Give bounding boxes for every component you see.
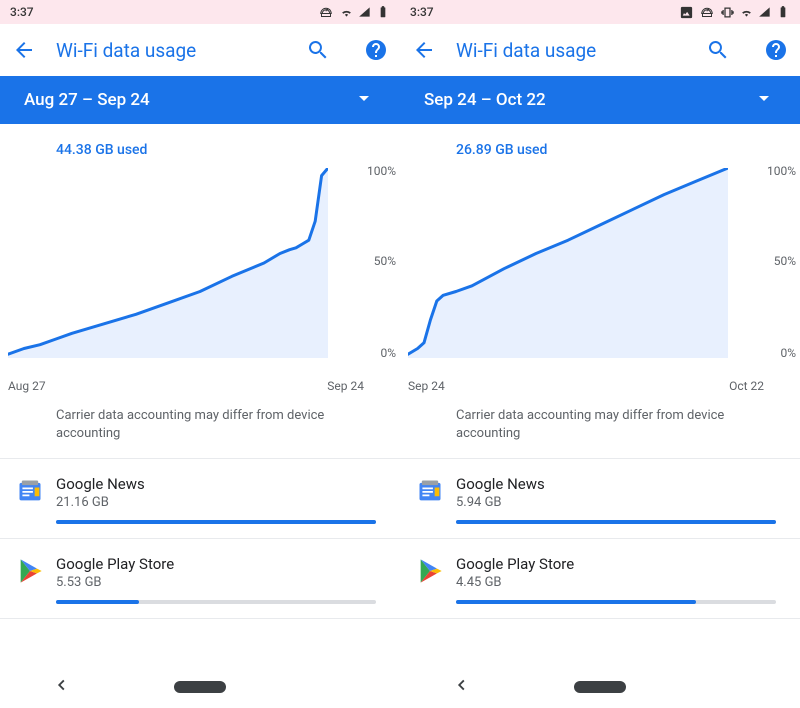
app-amount: 4.45 GB	[456, 575, 776, 590]
nav-home-pill[interactable]	[174, 681, 226, 693]
vpn-icon	[317, 3, 335, 21]
app-name: Google Play Store	[456, 555, 776, 573]
y-tick: 0%	[780, 346, 796, 360]
total-usage: 44.38 GB used	[0, 124, 400, 162]
search-button[interactable]	[306, 38, 330, 62]
app-name: Google Play Store	[56, 555, 376, 573]
app-bar: Wi-Fi data usage	[0, 24, 400, 76]
play-store-icon	[416, 557, 444, 585]
image-icon	[679, 5, 694, 20]
x-axis: Sep 24Oct 22	[400, 377, 800, 393]
chevron-down-icon	[352, 86, 376, 115]
nav-back-button[interactable]	[51, 674, 73, 700]
usage-bar	[456, 520, 776, 524]
nav-home-pill[interactable]	[574, 681, 626, 693]
usage-bar	[56, 600, 376, 604]
usage-bar	[56, 520, 376, 524]
status-time: 3:37	[10, 5, 34, 19]
nav-bar	[400, 666, 800, 708]
usage-chart: 100% 50% 0%	[0, 162, 400, 377]
nav-bar	[0, 666, 400, 708]
nav-back-button[interactable]	[451, 674, 473, 700]
status-bar: 3:37	[0, 0, 400, 24]
play-store-icon	[16, 557, 44, 585]
battery-icon	[376, 5, 390, 19]
y-tick: 50%	[374, 254, 396, 268]
chevron-down-icon	[752, 86, 776, 115]
y-tick: 50%	[774, 254, 796, 268]
vibrate-icon	[720, 5, 735, 20]
google-news-icon	[416, 477, 444, 505]
disclaimer: Carrier data accounting may differ from …	[0, 393, 400, 459]
date-range-selector[interactable]: Sep 24 – Oct 22	[400, 76, 800, 124]
y-tick: 0%	[380, 346, 396, 360]
vpn-icon	[698, 3, 716, 21]
app-amount: 5.53 GB	[56, 575, 376, 590]
usage-chart: 100% 50% 0%	[400, 162, 800, 377]
y-tick: 100%	[367, 164, 396, 178]
help-button[interactable]	[364, 38, 388, 62]
disclaimer: Carrier data accounting may differ from …	[400, 393, 800, 459]
help-button[interactable]	[764, 38, 788, 62]
google-news-icon	[16, 477, 44, 505]
back-button[interactable]	[412, 38, 436, 62]
app-row[interactable]: Google Play Store 4.45 GB	[400, 539, 800, 619]
date-range-label: Sep 24 – Oct 22	[424, 90, 546, 110]
battery-icon	[776, 5, 790, 19]
wifi-icon	[739, 5, 754, 20]
app-row[interactable]: Google News 5.94 GB	[400, 459, 800, 539]
app-row[interactable]: Google Play Store 5.53 GB	[0, 539, 400, 619]
back-button[interactable]	[12, 38, 36, 62]
y-tick: 100%	[767, 164, 796, 178]
page-title: Wi-Fi data usage	[56, 39, 286, 62]
total-usage: 26.89 GB used	[400, 124, 800, 162]
app-amount: 5.94 GB	[456, 495, 776, 510]
app-name: Google News	[456, 475, 776, 493]
date-range-selector[interactable]: Aug 27 – Sep 24	[0, 76, 400, 124]
app-amount: 21.16 GB	[56, 495, 376, 510]
x-axis: Aug 27Sep 24	[0, 377, 400, 393]
date-range-label: Aug 27 – Sep 24	[24, 90, 150, 110]
usage-bar	[456, 600, 776, 604]
cell-icon	[358, 5, 372, 19]
app-bar: Wi-Fi data usage	[400, 24, 800, 76]
status-time: 3:37	[410, 5, 434, 19]
cell-icon	[758, 5, 772, 19]
phone-screen: 3:37 Wi-Fi data usage Aug 27 – Sep 24 44.38…	[0, 0, 400, 708]
wifi-icon	[339, 5, 354, 20]
page-title: Wi-Fi data usage	[456, 39, 686, 62]
status-bar: 3:37	[400, 0, 800, 24]
search-button[interactable]	[706, 38, 730, 62]
app-row[interactable]: Google News 21.16 GB	[0, 459, 400, 539]
phone-screen: 3:37 Wi-Fi data usage Sep 24 – Oct 22 26.89…	[400, 0, 800, 708]
app-name: Google News	[56, 475, 376, 493]
